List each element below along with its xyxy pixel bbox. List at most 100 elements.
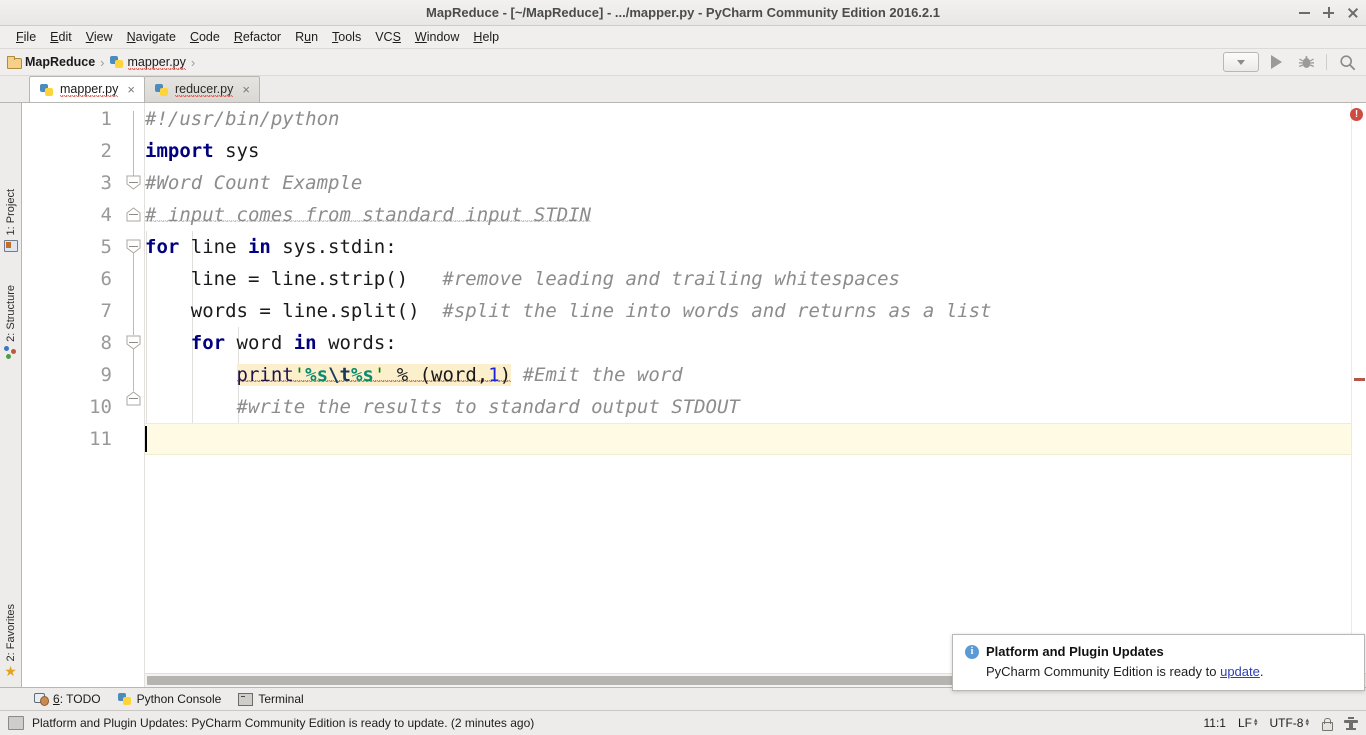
caret-position[interactable]: 11:1 (1203, 716, 1225, 730)
main-content: 1: Project 2: Structure 2: Favorites ★ 1… (0, 103, 1366, 687)
error-stripe-marker[interactable] (1354, 378, 1365, 381)
menu-item-refactor[interactable]: Refactor (227, 28, 288, 46)
bottom-item-terminal[interactable]: Terminal (234, 692, 316, 706)
tab-label: reducer.py (174, 82, 234, 97)
fold-marker-line8[interactable] (126, 335, 141, 350)
main-toolbar (1223, 49, 1360, 75)
chevron-down-icon (1237, 59, 1245, 65)
menu-item-file[interactable]: File (9, 28, 43, 46)
status-bar: Platform and Plugin Updates: PyCharm Com… (0, 710, 1366, 735)
minimize-button[interactable] (1299, 7, 1310, 18)
update-link[interactable]: update (1220, 664, 1260, 679)
menu-item-window[interactable]: Window (408, 28, 466, 46)
code-line-4: # input comes from standard input STDIN (145, 204, 592, 226)
code-folding-gutter[interactable] (121, 103, 145, 687)
line-number: 10 (89, 396, 112, 418)
breadcrumb-separator-2: › (190, 54, 196, 70)
scrollbar-thumb[interactable] (147, 676, 1067, 685)
menu-item-help[interactable]: Help (466, 28, 506, 46)
toolbar-separator (1326, 54, 1327, 70)
code-line-3: #Word Count Example (145, 172, 363, 194)
pycharm-window: MapReduce - [~/MapReduce] - .../mapper.p… (0, 0, 1366, 735)
line-number-gutter[interactable]: 1 2 3 4 5 6 7 8 9 10 11 (22, 103, 121, 687)
menu-item-run[interactable]: Run (288, 28, 325, 46)
breadcrumb-file[interactable]: mapper.py (109, 54, 186, 70)
code-text-area[interactable]: #!/usr/bin/python import sys #Word Count… (145, 103, 1366, 687)
debug-button[interactable] (1293, 52, 1319, 72)
sidebar-item-label: 1: Project (4, 189, 17, 236)
encoding-label: UTF-8 (1269, 716, 1304, 730)
line-separator-selector[interactable]: LF ▴ ▾ (1238, 716, 1258, 730)
anvil-icon[interactable] (1344, 716, 1358, 730)
breadcrumb-project[interactable]: MapReduce (7, 55, 95, 69)
menu-item-view[interactable]: View (79, 28, 120, 46)
tab-label: mapper.py (60, 82, 119, 97)
menu-bar: File Edit View Navigate Code Refactor Ru… (0, 26, 1366, 49)
text-caret (145, 426, 147, 452)
line-number: 9 (100, 364, 112, 386)
menu-item-vcs[interactable]: VCS (368, 28, 408, 46)
line-separator-label: LF (1237, 716, 1252, 730)
tab-close-icon[interactable]: × (127, 83, 135, 96)
fold-region-line (133, 253, 134, 335)
menu-item-code[interactable]: Code (183, 28, 227, 46)
code-editor[interactable]: 1 2 3 4 5 6 7 8 9 10 11 #!/usr/bin/pytho… (22, 103, 1366, 687)
fold-marker-line4[interactable] (126, 207, 141, 222)
python-icon (117, 692, 132, 706)
menu-item-tools[interactable]: Tools (325, 28, 368, 46)
window-controls (1299, 0, 1358, 25)
menu-item-navigate[interactable]: Navigate (120, 28, 183, 46)
play-icon (1270, 55, 1282, 69)
event-log-icon[interactable] (8, 716, 24, 730)
project-icon (4, 239, 18, 253)
folder-icon (7, 56, 22, 69)
notification-balloon[interactable]: i Platform and Plugin Updates PyCharm Co… (952, 634, 1365, 691)
notification-body-prefix: PyCharm Community Edition is ready to (986, 664, 1221, 679)
line-number: 8 (100, 332, 112, 354)
close-button[interactable] (1347, 7, 1358, 18)
run-button[interactable] (1263, 52, 1289, 72)
todo-icon (34, 693, 49, 706)
tab-mapper-py[interactable]: mapper.py × (29, 76, 145, 102)
breadcrumb-project-label: MapReduce (25, 55, 96, 69)
code-line-10: #write the results to standard output ST… (145, 396, 740, 418)
search-everywhere-button[interactable] (1334, 52, 1360, 72)
fold-marker-line10[interactable] (126, 391, 141, 406)
line-number: 1 (100, 108, 112, 130)
error-count-badge[interactable]: ! (1350, 108, 1363, 121)
line-number: 3 (100, 172, 112, 194)
encoding-selector[interactable]: UTF-8 ▴ ▾ (1269, 716, 1309, 730)
info-icon: i (965, 645, 979, 659)
tab-close-icon[interactable]: × (242, 83, 250, 96)
bottom-item-label: Python Console (136, 692, 222, 706)
bottom-item-label: Terminal (258, 692, 304, 706)
bottom-item-python-console[interactable]: Python Console (114, 692, 235, 706)
line-number: 6 (100, 268, 112, 290)
menu-item-edit[interactable]: Edit (43, 28, 79, 46)
tab-reducer-py[interactable]: reducer.py × (143, 76, 260, 102)
run-configuration-selector[interactable] (1223, 52, 1259, 72)
sidebar-item-structure[interactable]: 2: Structure (0, 285, 21, 359)
lock-icon[interactable] (1321, 717, 1333, 731)
structure-icon (4, 345, 17, 359)
sidebar-item-favorites[interactable]: 2: Favorites ★ (0, 604, 21, 679)
star-icon: ★ (4, 663, 17, 679)
status-message[interactable]: Platform and Plugin Updates: PyCharm Com… (32, 716, 534, 730)
fold-marker-line3[interactable] (126, 175, 141, 190)
fold-region-line (133, 349, 134, 391)
line-number: 5 (100, 236, 112, 258)
navigation-bar: MapReduce › mapper.py › (0, 49, 1366, 76)
code-line-8: for word in words: (190, 332, 397, 354)
maximize-button[interactable] (1323, 7, 1334, 18)
fold-marker-line5[interactable] (126, 239, 141, 254)
search-icon (1339, 54, 1355, 70)
left-tool-stripe: 1: Project 2: Structure 2: Favorites ★ (0, 103, 22, 687)
bottom-item-todo[interactable]: 6: TODO (30, 692, 114, 706)
notification-title: Platform and Plugin Updates (986, 644, 1164, 659)
error-stripe-gutter[interactable]: ! (1350, 103, 1366, 687)
notification-body-suffix: . (1259, 664, 1264, 679)
status-bar-right: 11:1 LF ▴ ▾ UTF-8 ▴ ▾ (1203, 711, 1358, 735)
sidebar-item-project[interactable]: 1: Project (0, 189, 21, 253)
python-file-icon (154, 83, 169, 97)
bottom-item-label: 6: TODO (53, 692, 101, 706)
